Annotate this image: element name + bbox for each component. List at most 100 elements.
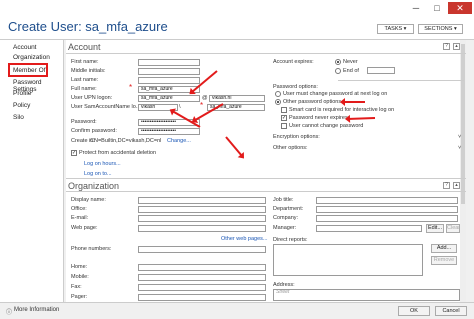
mobile-input[interactable]	[138, 274, 266, 281]
nav-item-profile[interactable]: Profile	[13, 90, 31, 97]
confirm-password-label: Confirm password:	[71, 128, 117, 134]
web-page-input[interactable]	[138, 225, 266, 232]
cannot-change-checkbox[interactable]	[281, 123, 287, 129]
tasks-button[interactable]: TASKS ▾	[377, 24, 414, 34]
smart-card-checkbox[interactable]	[281, 107, 287, 113]
edit-manager-button[interactable]: Edit...	[426, 224, 444, 233]
main-content: Account ? ▴ First name: Middle initials:…	[66, 40, 466, 302]
fax-label: Fax:	[71, 284, 82, 290]
upn-domain-select[interactable]: vikash.nl	[209, 95, 265, 102]
other-options-label: Other password options	[283, 99, 342, 105]
collapse-icon[interactable]: ▴	[453, 182, 460, 189]
cancel-button[interactable]: Cancel	[435, 306, 467, 316]
more-info-link[interactable]: More Information	[14, 307, 59, 313]
never-expires-checkbox[interactable]: ✓	[281, 115, 287, 121]
title-bar: Create User: sa_mfa_azure ─ □ ✕ TASKS ▾ …	[0, 0, 474, 40]
protect-checkbox[interactable]: ✓	[71, 150, 77, 156]
password-options-label: Password options:	[273, 84, 318, 90]
middle-initials-label: Middle initials:	[71, 68, 106, 74]
sam-label: User SamAccountName lo...	[71, 104, 141, 110]
smart-card-label: Smart card is required for interactive l…	[289, 107, 395, 113]
clear-manager-button[interactable]: Clear	[446, 224, 460, 233]
account-expires-label: Account expires:	[273, 59, 314, 65]
street-input[interactable]: Street	[273, 289, 460, 301]
minimize-button[interactable]: ─	[406, 2, 426, 14]
ok-button[interactable]: OK	[398, 306, 430, 316]
log-on-hours-link[interactable]: Log on hours...	[84, 161, 121, 167]
office-label: Office:	[71, 206, 87, 212]
fax-input[interactable]	[138, 284, 266, 291]
section-navigation: Account Organization Member Of Password …	[0, 40, 64, 302]
job-title-label: Job title:	[273, 197, 294, 203]
email-label: E-mail:	[71, 215, 89, 221]
nav-item-organization[interactable]: Organization	[13, 54, 50, 61]
last-name-input[interactable]	[138, 77, 200, 84]
pager-label: Pager:	[71, 294, 88, 300]
display-name-input[interactable]	[138, 197, 266, 204]
middle-initials-input[interactable]	[138, 68, 200, 75]
close-button[interactable]: ✕	[448, 2, 472, 14]
home-label: Home:	[71, 264, 88, 270]
pager-input[interactable]	[138, 294, 266, 301]
never-label: Never	[343, 59, 358, 65]
must-change-label: User must change password at next log on	[283, 91, 388, 97]
company-label: Company:	[273, 215, 299, 221]
nav-item-account[interactable]: Account	[13, 44, 37, 51]
end-of-radio[interactable]	[335, 68, 341, 74]
maximize-button[interactable]: □	[428, 2, 446, 14]
phone-numbers-label: Phone numbers:	[71, 246, 112, 252]
end-of-date-input[interactable]	[367, 67, 395, 74]
department-input[interactable]	[316, 206, 458, 213]
nav-item-silo[interactable]: Silo	[13, 114, 24, 121]
home-phone-input[interactable]	[138, 264, 266, 271]
end-of-label: End of	[343, 68, 359, 74]
log-on-to-link[interactable]: Log on to...	[84, 171, 112, 177]
never-expires-label: Password never expires	[289, 115, 348, 121]
help-icon[interactable]: ?	[443, 182, 450, 189]
protect-label: Protect from accidental deletion	[79, 150, 157, 156]
email-input[interactable]	[138, 215, 266, 222]
address-label: Address:	[273, 282, 295, 288]
create-in-value: CN=Builtin,DC=vikash,DC=nl	[90, 138, 162, 144]
confirm-password-input[interactable]: ••••••••••••••••••••	[138, 128, 200, 135]
job-title-input[interactable]	[316, 197, 458, 204]
account-section-title: Account	[68, 42, 101, 52]
help-icon[interactable]: ?	[443, 43, 450, 50]
change-link[interactable]: Change...	[167, 138, 191, 144]
add-report-button[interactable]: Add...	[431, 244, 457, 253]
never-radio[interactable]	[335, 59, 341, 65]
other-options-radio[interactable]	[275, 99, 281, 105]
nav-item-policy[interactable]: Policy	[13, 102, 30, 109]
collapse-icon[interactable]: ▴	[453, 43, 460, 50]
other-web-pages-link[interactable]: Other web pages...	[221, 236, 267, 242]
first-name-label: First name:	[71, 59, 99, 65]
encryption-options-label: Encryption options:	[273, 134, 320, 140]
must-change-radio[interactable]	[275, 91, 281, 97]
display-name-label: Display name:	[71, 197, 106, 203]
sections-button[interactable]: SECTIONS ▾	[418, 24, 463, 34]
company-input[interactable]	[316, 215, 458, 222]
window-title: Create User: sa_mfa_azure	[8, 19, 168, 34]
other-options-section-label: Other options:	[273, 145, 308, 151]
first-name-input[interactable]	[138, 59, 200, 66]
upn-label: User UPN logon:	[71, 95, 113, 101]
account-section-header: Account ? ▴	[66, 40, 466, 54]
department-label: Department:	[273, 206, 304, 212]
required-icon: *	[200, 101, 204, 110]
expand-chevron-icon[interactable]: ˅	[458, 134, 461, 140]
last-name-label: Last name:	[71, 77, 99, 83]
remove-report-button[interactable]: Remove	[431, 256, 457, 265]
manager-input[interactable]	[316, 225, 422, 232]
full-name-label: Full name:	[71, 86, 97, 92]
mobile-label: Mobile:	[71, 274, 89, 280]
direct-reports-list[interactable]	[273, 244, 423, 276]
cannot-change-label: User cannot change password	[289, 123, 364, 129]
office-input[interactable]	[138, 206, 266, 213]
expand-chevron-icon[interactable]: ˅	[458, 145, 461, 151]
phone-input[interactable]	[138, 246, 266, 253]
backslash: \	[179, 104, 181, 110]
password-options-group	[338, 80, 464, 81]
manager-label: Manager:	[273, 225, 297, 231]
more-info-icon[interactable]: ⓘ	[6, 307, 12, 316]
direct-reports-label: Direct reports:	[273, 237, 308, 243]
